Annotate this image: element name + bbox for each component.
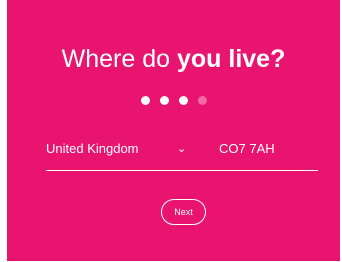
step-dot-3 bbox=[178, 96, 188, 105]
country-value: United Kingdom bbox=[46, 141, 139, 156]
title-regular: Where do bbox=[61, 45, 177, 73]
next-button[interactable]: Next bbox=[161, 199, 206, 225]
address-row: United Kingdom ⌄ bbox=[46, 133, 318, 171]
step-indicator bbox=[7, 96, 340, 105]
input-underline bbox=[46, 170, 318, 171]
title-bold: you live? bbox=[176, 45, 286, 73]
page-background: Where do you live? United Kingdom ⌄ Next bbox=[0, 0, 342, 262]
step-dot-1 bbox=[140, 96, 150, 105]
step-dot-4 bbox=[197, 96, 207, 105]
signup-panel: Where do you live? United Kingdom ⌄ Next bbox=[7, 0, 340, 261]
postcode-input[interactable] bbox=[219, 141, 318, 157]
page-title: Where do you live? bbox=[7, 43, 340, 75]
step-dot-2 bbox=[159, 96, 169, 105]
chevron-down-icon: ⌄ bbox=[177, 143, 187, 155]
